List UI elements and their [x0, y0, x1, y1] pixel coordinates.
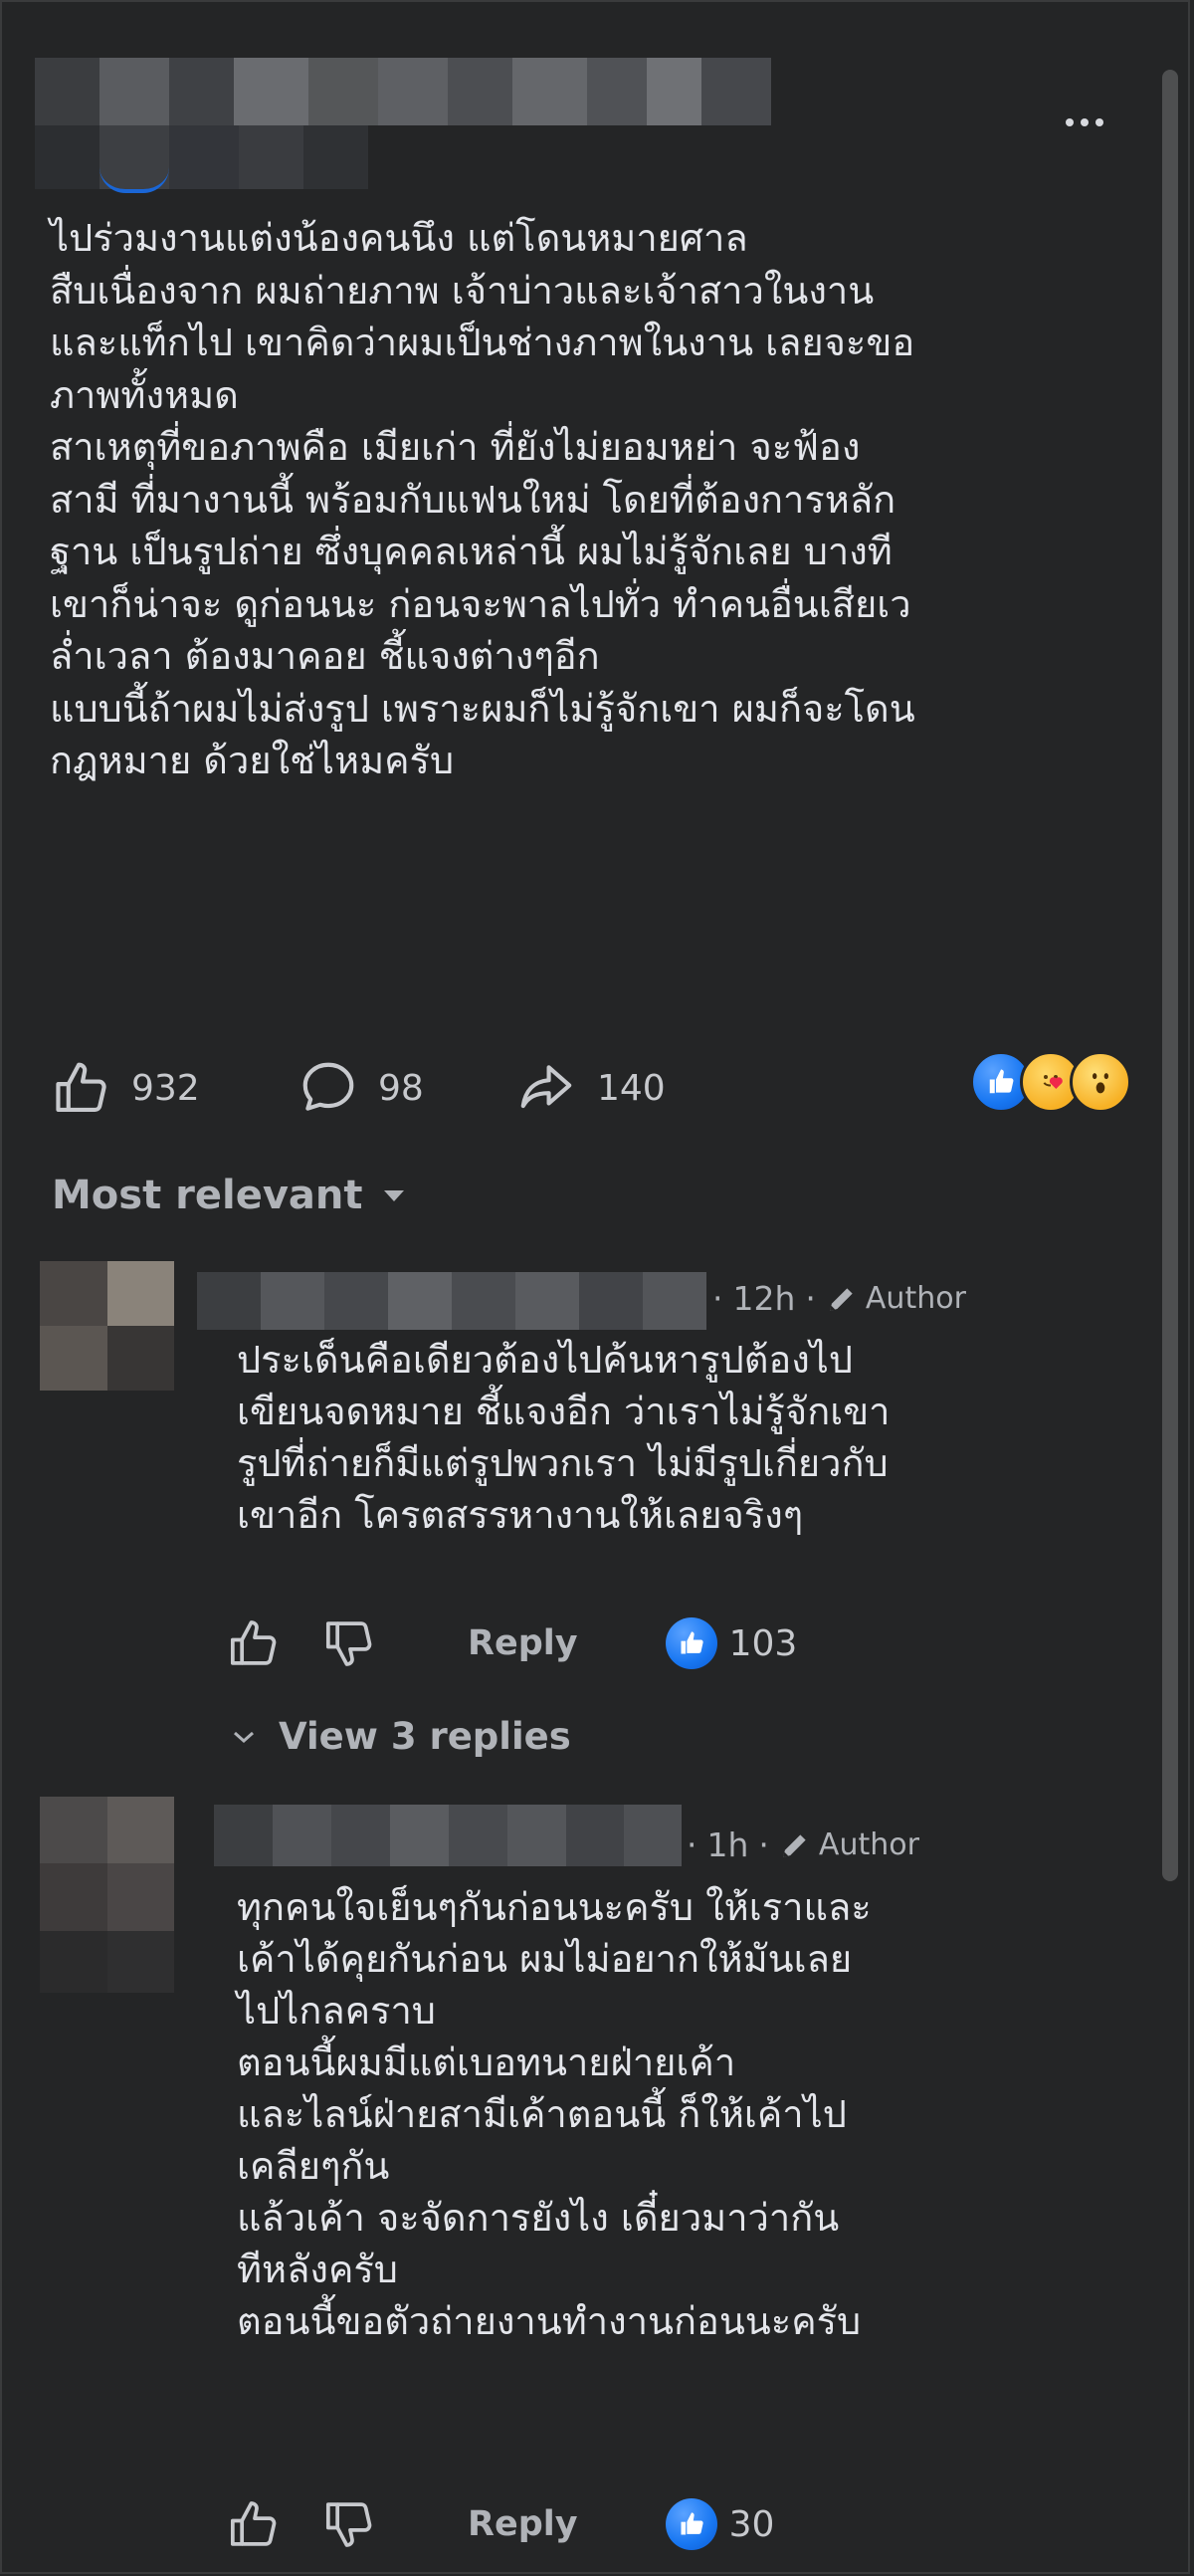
like-count: 932 [131, 1067, 200, 1109]
share-arrow-icon [520, 1065, 572, 1109]
comment-like-count: 103 [728, 1622, 798, 1664]
pen-icon [782, 1833, 806, 1857]
blurred-poster-subtitle [35, 125, 368, 189]
author-badge: Author [779, 1827, 919, 1862]
comment-timestamp[interactable]: 1h [707, 1825, 749, 1864]
separator-dot: · [687, 1825, 697, 1864]
comment-bubble-icon [302, 1062, 354, 1111]
avatar-shadow [40, 1931, 174, 1993]
caret-down-icon [383, 1190, 404, 1201]
pen-icon [829, 1287, 853, 1311]
thumbs-up-icon [56, 1062, 106, 1113]
comment-reactions[interactable]: 30 [665, 2498, 775, 2550]
thumbs-up-icon [230, 2501, 277, 2546]
post-body: ไปร่วมงานแต่งน้องคนนึง แต่โดนหมายศาล สืบ… [50, 216, 915, 782]
share-button[interactable]: 140 [513, 1057, 666, 1119]
like-button[interactable]: 932 [52, 1057, 200, 1119]
comment-button[interactable]: 98 [297, 1057, 424, 1119]
dot-icon [1066, 118, 1074, 126]
comment-text: ประเด็นคือเดียวต้องไปค้นหารูปต้องไป เขีย… [237, 1338, 891, 1537]
view-replies-button[interactable]: View 3 replies [231, 1715, 571, 1758]
comment-dislike-button[interactable] [322, 1615, 378, 1671]
comment-avatar[interactable] [40, 1797, 174, 1931]
separator-dot: · [805, 1279, 816, 1318]
more-options-button[interactable] [1055, 107, 1114, 137]
comment-like-button[interactable] [227, 1615, 283, 1671]
sort-label: Most relevant [52, 1173, 363, 1218]
thumbs-up-icon [230, 1620, 277, 1665]
comment-actions: Reply 30 [227, 2496, 774, 2552]
comment-like-button[interactable] [227, 2496, 283, 2552]
dot-icon [1081, 118, 1089, 126]
wow-reaction-icon [1070, 1051, 1131, 1113]
separator-dot: · [712, 1279, 723, 1318]
share-count: 140 [597, 1067, 666, 1109]
comment-actions: Reply 103 [227, 1615, 797, 1671]
author-badge: Author [826, 1281, 966, 1316]
blurred-commenter-name[interactable] [214, 1805, 682, 1866]
comment-like-count: 30 [728, 2503, 775, 2545]
reaction-summary[interactable] [970, 1051, 1131, 1115]
chevron-down-icon [234, 1731, 254, 1743]
comment-dislike-button[interactable] [322, 2496, 378, 2552]
like-reaction-icon [665, 1617, 717, 1669]
dot-icon [1095, 118, 1103, 126]
comment-timestamp[interactable]: 12h [733, 1279, 796, 1318]
reply-button[interactable]: Reply [468, 2504, 578, 2544]
vertical-scrollbar[interactable] [1162, 70, 1178, 1881]
reply-button[interactable]: Reply [468, 1623, 578, 1663]
comment-count: 98 [378, 1067, 424, 1109]
blurred-commenter-name[interactable] [197, 1272, 706, 1330]
comment-meta: · 1h · Author [687, 1825, 919, 1864]
comment-avatar[interactable] [40, 1261, 174, 1391]
separator-dot: · [758, 1825, 769, 1864]
comment-reactions[interactable]: 103 [665, 1617, 798, 1669]
comment-meta: · 12h · Author [712, 1279, 966, 1318]
thumbs-down-icon [325, 2502, 372, 2547]
thumbs-down-icon [325, 1621, 372, 1666]
like-reaction-icon [665, 2498, 717, 2550]
comment-text: ทุกคนใจเย็นๆกันก่อนนะครับ ให้เราและ เค้า… [237, 1885, 872, 2343]
blurred-poster-name [35, 58, 771, 125]
comment-sort-dropdown[interactable]: Most relevant [52, 1173, 407, 1218]
